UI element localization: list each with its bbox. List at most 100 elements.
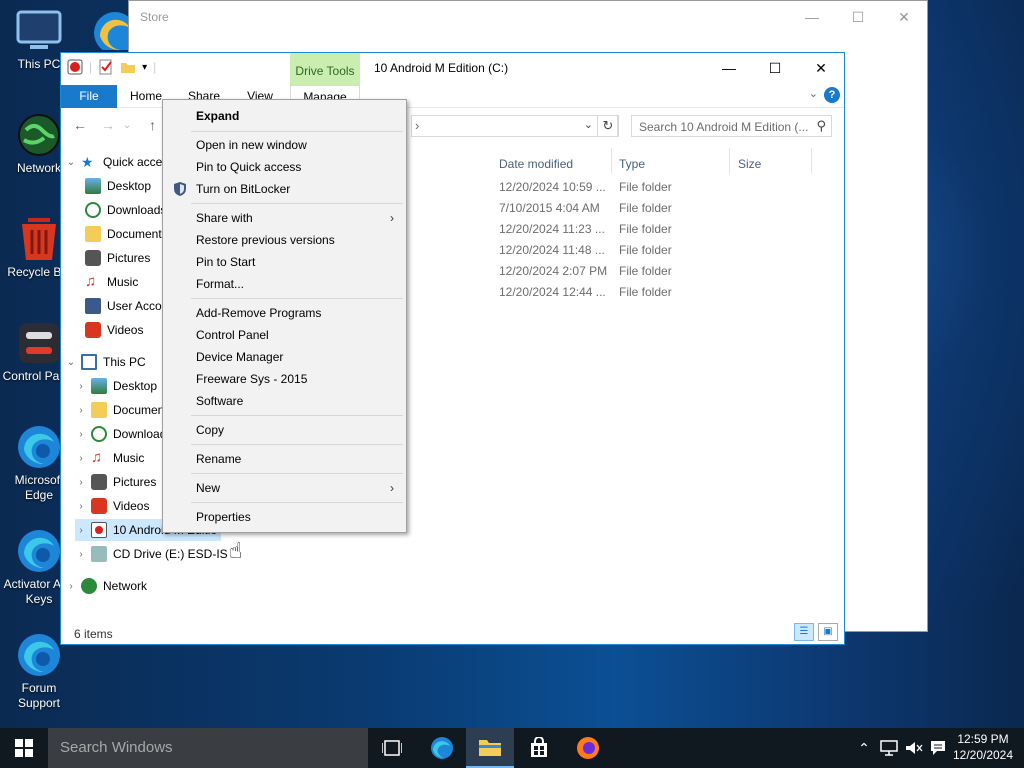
menu-item-pin-start[interactable]: Pin to Start xyxy=(163,251,406,273)
chevron-right-icon[interactable]: › xyxy=(75,525,87,536)
column-divider[interactable] xyxy=(811,148,812,174)
forward-icon[interactable]: → xyxy=(101,117,115,133)
minimize-button[interactable]: — xyxy=(706,53,752,83)
file-explorer-icon[interactable] xyxy=(466,728,514,768)
clock[interactable]: 12:59 PM 12/20/2024 xyxy=(950,731,1016,763)
nav-item-pc-documents[interactable]: › Documents xyxy=(75,399,174,421)
properties-icon[interactable] xyxy=(98,59,114,75)
recent-locations-icon[interactable]: ⌄ xyxy=(123,120,131,131)
edge-icon[interactable] xyxy=(418,728,466,768)
chevron-right-icon[interactable]: › xyxy=(75,429,87,440)
nav-item-quick-access[interactable]: ⌄ ★ Quick access xyxy=(65,151,175,173)
edge-icon[interactable] xyxy=(92,10,128,50)
task-view-icon[interactable] xyxy=(368,728,416,768)
chevron-down-icon[interactable]: ⌄ xyxy=(65,357,77,368)
nav-item-pc-pictures[interactable]: › Pictures xyxy=(75,471,156,493)
maximize-button[interactable]: ☐ xyxy=(752,53,798,83)
nav-item-pc-desktop[interactable]: › Desktop xyxy=(75,375,157,397)
column-type[interactable]: Type xyxy=(619,157,645,171)
menu-item-rename[interactable]: Rename xyxy=(163,448,406,470)
download-icon xyxy=(91,426,107,442)
tab-home[interactable]: Home xyxy=(125,85,167,108)
music-icon: ♫ xyxy=(85,273,97,290)
nav-item-documents[interactable]: Documents xyxy=(81,223,168,245)
tab-file[interactable]: File xyxy=(61,85,117,108)
shield-icon xyxy=(174,182,186,196)
row-type: File folder xyxy=(619,285,672,299)
refresh-icon[interactable]: ↻ xyxy=(597,115,619,137)
network-icon[interactable] xyxy=(878,728,900,768)
store-close-button[interactable]: ✕ xyxy=(881,1,927,33)
chevron-right-icon[interactable]: › xyxy=(75,477,87,488)
row-date: 12/20/2024 11:48 ... xyxy=(499,243,605,257)
new-folder-icon[interactable] xyxy=(120,59,136,75)
chevron-right-icon[interactable]: › xyxy=(75,381,87,392)
firefox-icon[interactable] xyxy=(564,728,612,768)
store-minimize-button[interactable]: — xyxy=(789,1,835,33)
chevron-right-icon[interactable]: › xyxy=(65,581,77,592)
expand-ribbon-icon[interactable]: ⌄ xyxy=(809,87,818,100)
drive-icon xyxy=(67,59,83,75)
menu-item-open-new-window[interactable]: Open in new window xyxy=(163,134,406,156)
nav-item-pc-music[interactable]: › ♫ Music xyxy=(75,447,144,469)
menu-item-label: New xyxy=(196,481,221,495)
menu-item-share-with[interactable]: Share with › xyxy=(163,207,406,229)
chevron-right-icon[interactable]: › xyxy=(75,549,87,560)
chevron-right-icon: › xyxy=(390,211,394,225)
chevron-right-icon[interactable]: › xyxy=(75,405,87,416)
nav-item-desktop[interactable]: Desktop xyxy=(81,175,151,197)
menu-item-copy[interactable]: Copy xyxy=(163,419,406,441)
column-date-modified[interactable]: Date modified xyxy=(499,157,573,171)
address-bar[interactable]: › ⌄ xyxy=(411,115,618,137)
close-button[interactable]: ✕ xyxy=(798,53,844,83)
store-maximize-button[interactable]: ☐ xyxy=(835,1,881,33)
action-center-icon[interactable] xyxy=(928,728,948,768)
store-icon[interactable] xyxy=(515,728,563,768)
nav-item-music[interactable]: ♫ Music xyxy=(81,271,138,293)
menu-separator xyxy=(191,444,403,445)
menu-item-pin-quick-access[interactable]: Pin to Quick access xyxy=(163,156,406,178)
menu-item-restore-versions[interactable]: Restore previous versions xyxy=(163,229,406,251)
globe-icon xyxy=(16,112,62,158)
start-button[interactable] xyxy=(0,728,48,768)
row-date: 12/20/2024 2:07 PM xyxy=(499,264,608,278)
back-icon[interactable]: ← xyxy=(73,117,87,133)
nav-item-pc-downloads[interactable]: › Downloads xyxy=(75,423,172,445)
details-view-icon[interactable]: ☰ xyxy=(794,623,814,641)
chevron-right-icon[interactable]: › xyxy=(75,501,87,512)
menu-item-freeware[interactable]: Freeware Sys - 2015 xyxy=(163,368,406,390)
nav-item-this-pc[interactable]: ⌄ This PC xyxy=(65,351,146,373)
volume-muted-icon[interactable] xyxy=(903,728,925,768)
help-icon[interactable]: ? xyxy=(824,87,840,103)
column-divider[interactable] xyxy=(729,148,730,174)
chevron-down-icon[interactable]: ⌄ xyxy=(65,157,77,168)
menu-item-expand[interactable]: Expand xyxy=(163,105,406,127)
menu-item-properties[interactable]: Properties xyxy=(163,506,406,528)
chevron-up-icon[interactable]: ⌃ xyxy=(856,728,872,768)
column-divider[interactable] xyxy=(611,148,612,174)
menu-item-bitlocker[interactable]: Turn on BitLocker xyxy=(163,178,406,200)
chevron-right-icon[interactable]: › xyxy=(75,453,87,464)
menu-item-label: Share with xyxy=(196,211,253,225)
nav-item-downloads[interactable]: Downloads xyxy=(81,199,166,221)
up-icon[interactable]: ↑ xyxy=(149,117,156,133)
taskbar-search-input[interactable]: Search Windows xyxy=(48,728,368,768)
large-icons-view-icon[interactable]: ▣ xyxy=(818,623,838,641)
title-bar[interactable]: | ▾ | Drive Tools 10 Android M Edition (… xyxy=(61,53,844,85)
menu-item-device-manager[interactable]: Device Manager xyxy=(163,346,406,368)
menu-item-control-panel[interactable]: Control Panel xyxy=(163,324,406,346)
column-size[interactable]: Size xyxy=(738,157,761,171)
menu-item-software[interactable]: Software xyxy=(163,390,406,412)
nav-item-network[interactable]: › Network xyxy=(65,575,147,597)
menu-item-new[interactable]: New › xyxy=(163,477,406,499)
nav-item-pc-videos[interactable]: › Videos xyxy=(75,495,149,517)
search-input[interactable]: Search 10 Android M Edition (... xyxy=(639,120,808,134)
customize-qat-icon[interactable]: ▾ xyxy=(142,62,147,73)
menu-item-add-remove-programs[interactable]: Add-Remove Programs xyxy=(163,302,406,324)
nav-item-videos[interactable]: Videos xyxy=(81,319,143,341)
nav-item-pictures[interactable]: Pictures xyxy=(81,247,150,269)
chevron-down-icon[interactable]: ⌄ xyxy=(584,118,593,131)
menu-item-format[interactable]: Format... xyxy=(163,273,406,295)
search-box[interactable]: Search 10 Android M Edition (... ⚲ xyxy=(631,115,832,137)
nav-item-cd-drive[interactable]: › CD Drive (E:) ESD-IS xyxy=(75,543,228,565)
